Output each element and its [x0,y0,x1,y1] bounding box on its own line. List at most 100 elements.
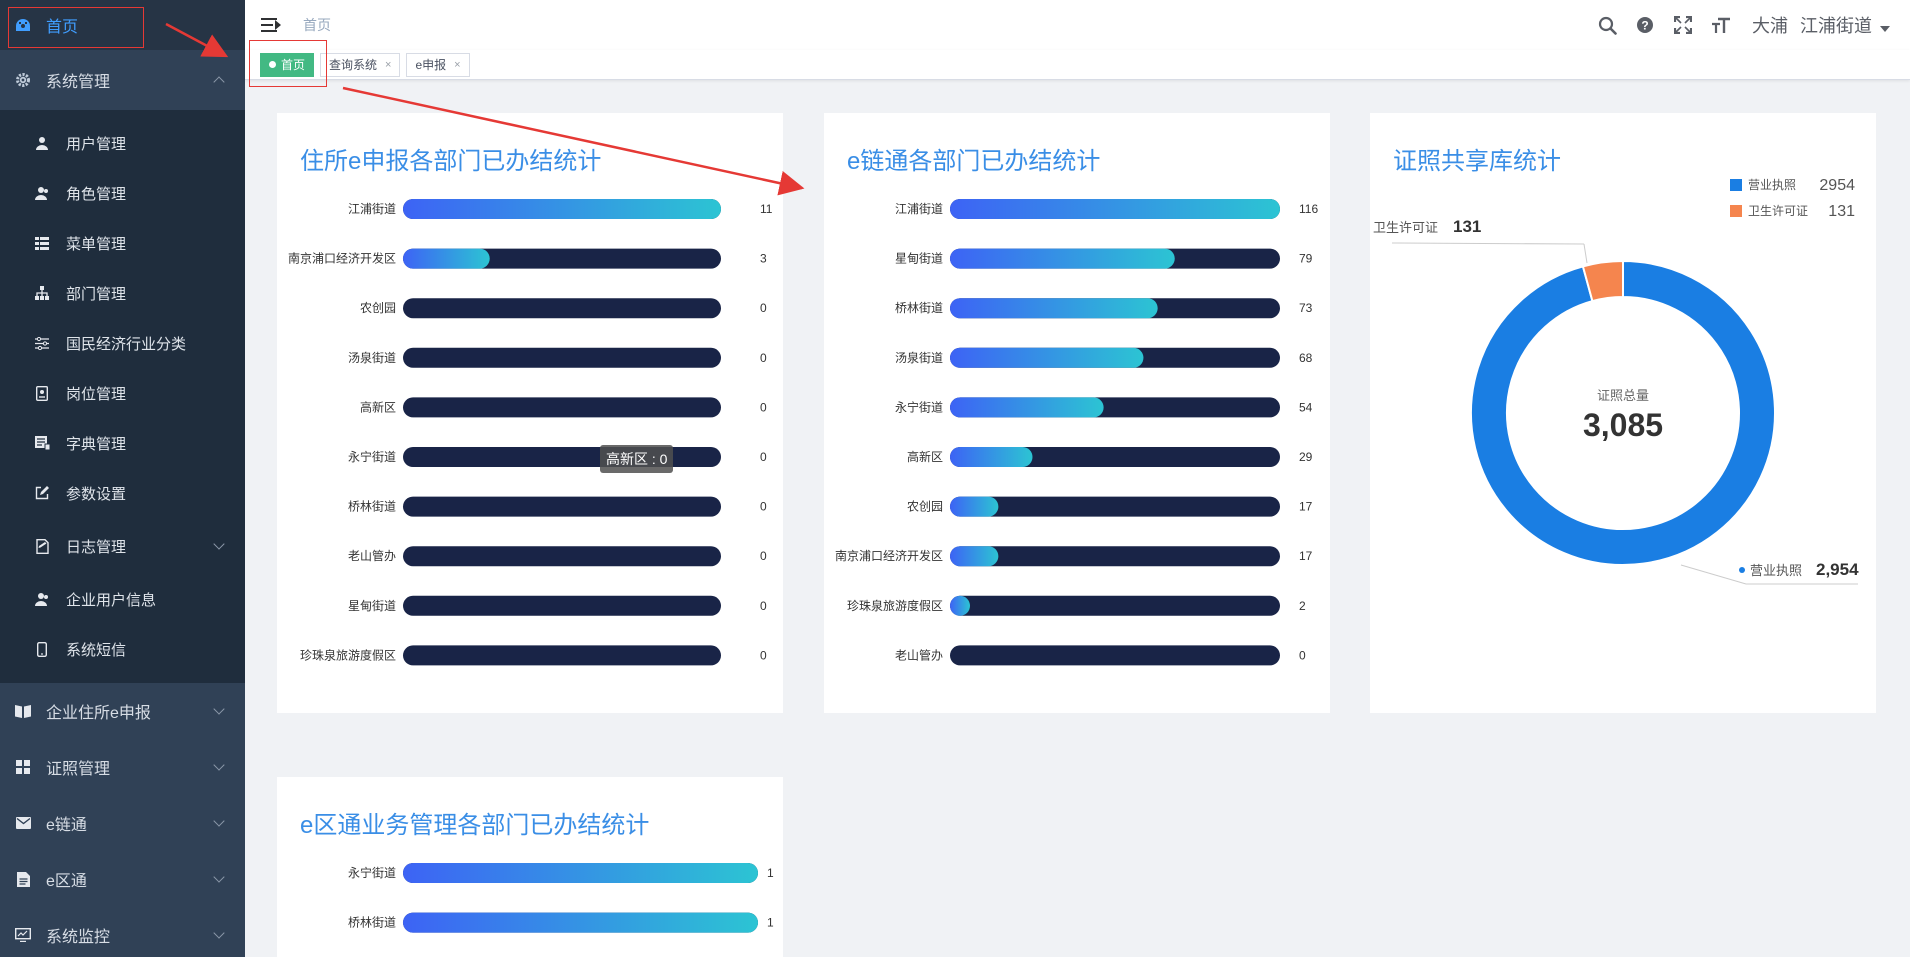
sidebar-item-label: 菜单管理 [66,235,127,253]
tree-icon [34,285,50,301]
data-label: 0 [760,351,767,365]
data-label: 79 [1299,252,1313,266]
sidebar-item-user-management[interactable]: 用户管理 [0,118,245,168]
search-icon[interactable] [1596,14,1618,36]
bar[interactable] [403,863,758,883]
slice-label: 营业执照 [1750,563,1802,578]
sidebar-item-e-district[interactable]: e区通 [0,851,245,907]
data-label: 17 [1299,549,1313,563]
caret-down-icon[interactable] [1880,26,1890,32]
slice-value: 131 [1453,217,1481,236]
document-icon [14,870,32,888]
category-label: 珍珠泉旅游度假区 [847,598,943,613]
font-size-icon[interactable] [1710,14,1732,36]
bar-track [403,447,721,467]
legend-swatch[interactable] [1730,179,1742,191]
data-label: 11 [760,202,773,216]
sidebar-item-label: 证照管理 [46,761,111,778]
sidebar-item-e-chain[interactable]: e链通 [0,795,245,851]
question-icon[interactable]: ? [1634,14,1656,36]
bar[interactable] [403,912,758,933]
close-icon[interactable]: × [385,59,391,71]
bar-chart-e-district: 永宁街道 1 桥林街道 1 [348,863,774,933]
sidebar-item-enterprise-e-declare[interactable]: 企业住所e申报 [0,683,245,739]
hamburger-icon[interactable] [261,17,281,33]
sidebar-item-label: 字典管理 [66,435,127,453]
sidebar-item-dict-management[interactable]: 字典管理 [0,418,245,468]
sidebar-item-enterprise-user-info[interactable]: 企业用户信息 [0,574,245,624]
data-label: 0 [760,500,767,514]
tag-query-system[interactable]: 查询系统 × [320,52,401,77]
chart-card-e-district: e区通业务管理各部门已办结统计 永宁街道 1 桥林街道 1 [277,777,783,957]
chart-card-license-library: 证照共享库统计 证照总量 3,085 卫生许可证 131 营业执照 2,954 营业执照 29… [1370,113,1876,713]
bar-track [403,645,721,666]
sidebar-item-system-monitor[interactable]: 系统监控 [0,907,245,957]
category-label: 农创园 [907,500,943,514]
category-label: 江浦街道 [895,202,943,216]
sidebar-item-industry-classification[interactable]: 国民经济行业分类 [0,318,245,368]
bar-track [403,347,721,368]
sidebar-item-label: 角色管理 [66,185,127,203]
sidebar-item-label: 系统短信 [66,641,127,659]
sidebar-item-post-management[interactable]: 岗位管理 [0,368,245,418]
center-total: 3,085 [1583,407,1663,443]
bar[interactable] [950,496,999,517]
bar[interactable] [403,248,490,269]
data-label: 116 [1299,202,1318,216]
sidebar-item-system-sms[interactable]: 系统短信 [0,624,245,674]
slice-dot [1739,567,1745,573]
tag-label: 查询系统 [329,58,378,72]
sidebar-item-log-management[interactable]: 日志管理 [0,518,245,574]
legend-value: 131 [1828,203,1855,220]
bar[interactable] [950,397,1104,418]
legend-swatch[interactable] [1730,205,1742,217]
category-label: 珍珠泉旅游度假区 [300,647,396,662]
user-icon [34,135,50,151]
chevron-down-icon [213,871,225,883]
bar[interactable] [950,298,1158,319]
post-icon [34,385,50,401]
data-label: 17 [1299,500,1313,514]
bar[interactable] [950,546,999,567]
bar-chart-e-declare: 江浦街道 11 南京浦口经济开发区 3 农创园 0 汤泉街道 0 高新区 0 永宁街道 0 桥林街道 0 老… [288,199,773,666]
legend-label[interactable]: 卫生许可证 [1748,204,1808,218]
annotation-box-home-tag [249,40,327,87]
sidebar-item-label: 企业用户信息 [66,591,157,609]
bar[interactable] [403,199,721,219]
sidebar-item-label: 岗位管理 [66,385,127,403]
fullscreen-icon[interactable] [1672,14,1694,36]
breadcrumb[interactable]: 首页 [303,15,331,35]
legend-value: 2954 [1819,177,1855,194]
phone-icon [34,641,50,657]
tag-e-declare[interactable]: e申报 × [406,52,470,77]
slice-label: 卫生许可证 [1373,220,1438,235]
sidebar-item-param-settings[interactable]: 参数设置 [0,468,245,518]
sidebar-item-license-management[interactable]: 证照管理 [0,739,245,795]
annotation-box-home-menu [8,7,144,48]
close-icon[interactable]: × [454,59,460,71]
sliders-icon [34,335,50,351]
edit-icon [34,485,50,501]
sidebar-item-label: 参数设置 [66,485,127,503]
bar[interactable] [950,595,970,616]
category-label: 汤泉街道 [895,351,943,365]
sidebar-item-role-management[interactable]: 角色管理 [0,168,245,218]
bar[interactable] [950,248,1175,269]
chevron-down-icon [213,927,225,939]
data-label: 1 [767,866,774,880]
sidebar-item-system[interactable]: 系统管理 [0,50,245,110]
bar[interactable] [950,447,1033,467]
sidebar-item-dept-management[interactable]: 部门管理 [0,268,245,318]
user-name[interactable]: 大浦 [1752,12,1788,38]
donut-chart-license-library: 证照总量 3,085 卫生许可证 131 营业执照 2,954 营业执照 2954 卫生许可证 1… [1373,177,1859,585]
sidebar-item-menu-management[interactable]: 菜单管理 [0,218,245,268]
data-label: 68 [1299,351,1313,365]
category-label: 桥林街道 [348,500,396,514]
category-label: 江浦街道 [348,202,396,216]
legend-label[interactable]: 营业执照 [1748,178,1796,192]
leader-line [1583,243,1588,264]
bar[interactable] [950,347,1144,368]
navbar: 首页 ? 大浦 江浦街道 [245,0,1910,50]
user-street[interactable]: 江浦街道 [1800,12,1872,38]
bar[interactable] [950,199,1280,219]
